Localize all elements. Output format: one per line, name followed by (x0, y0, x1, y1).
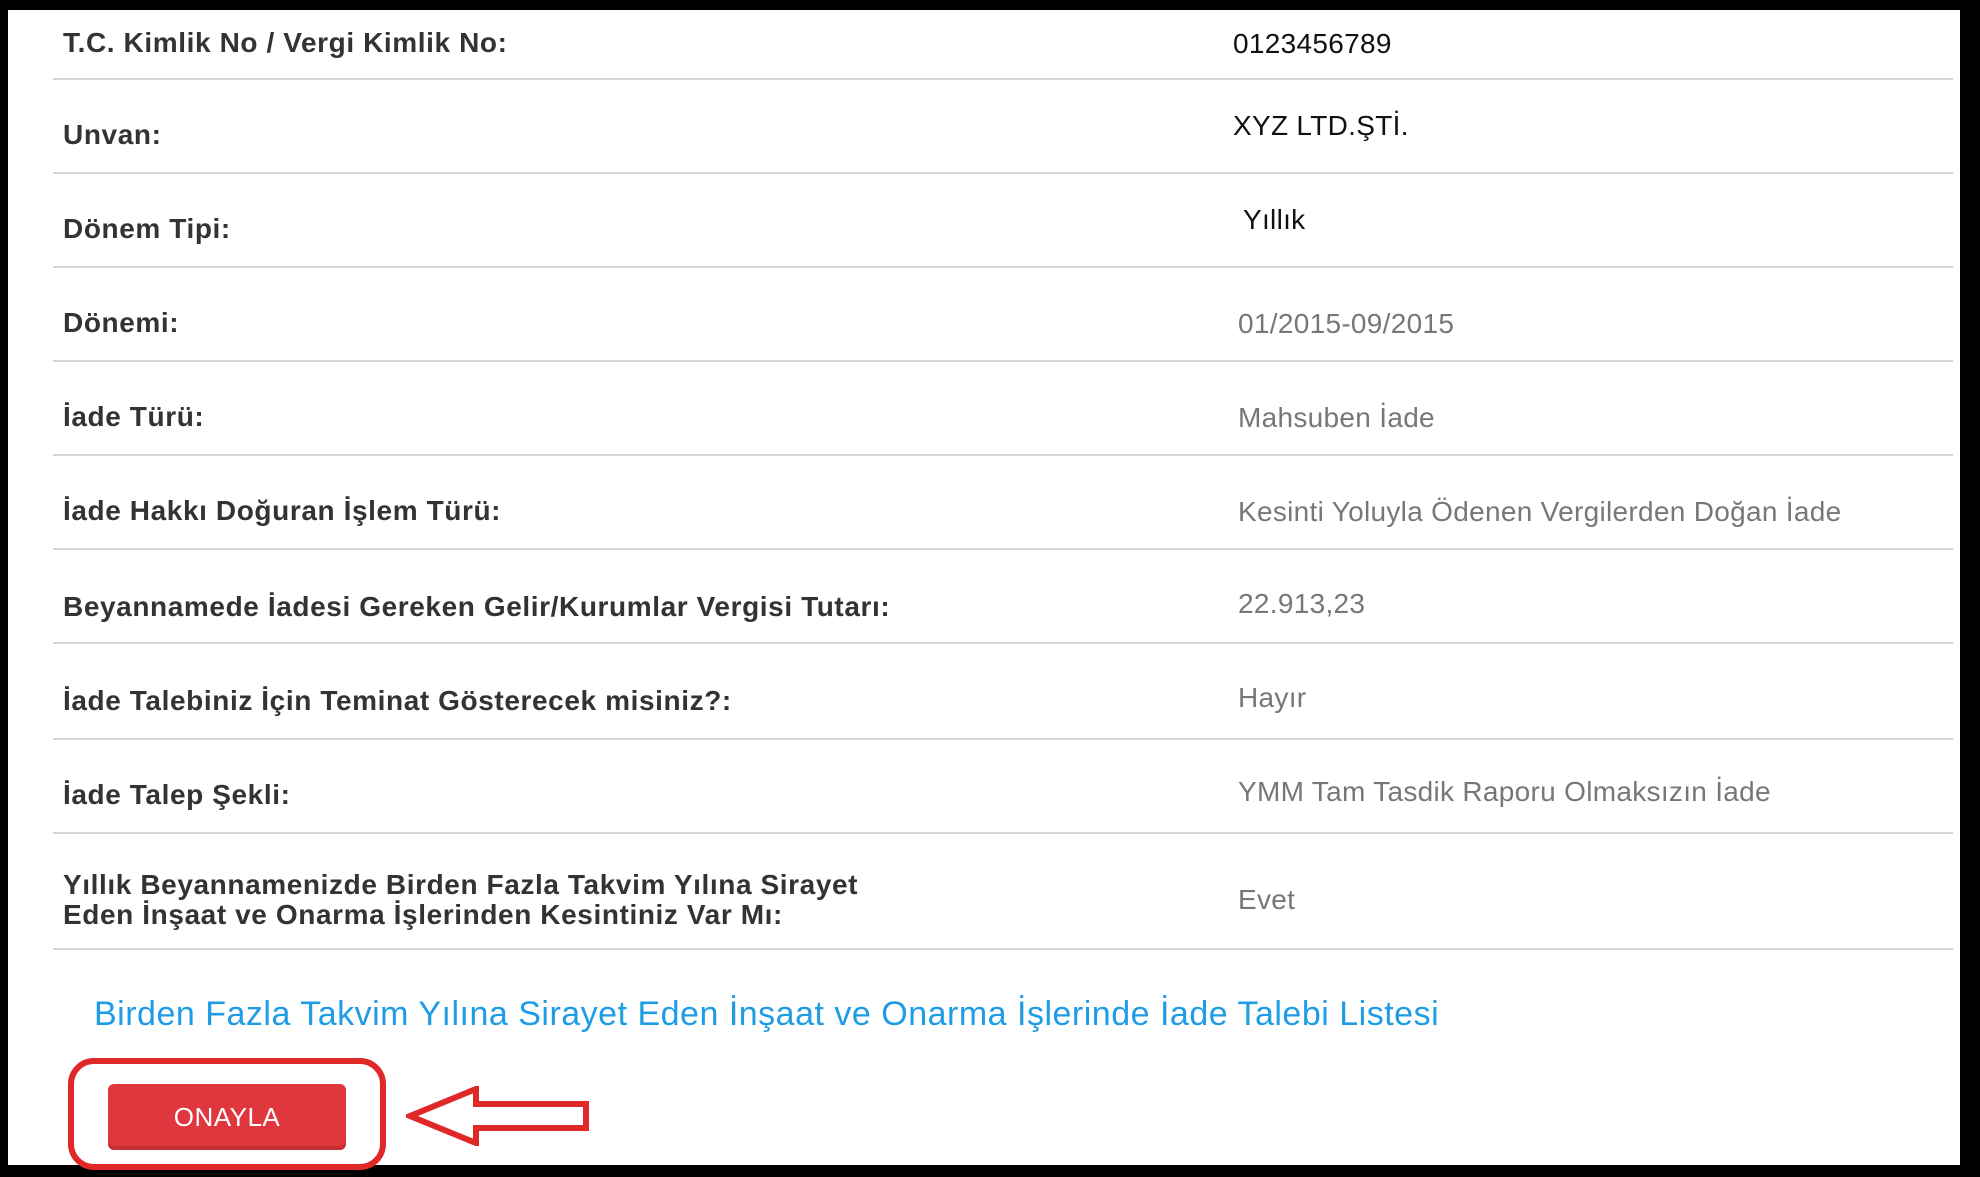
label-refund-type: İade Türü: (63, 401, 205, 432)
label-construction-withholding-line1: Yıllık Beyannamenizde Birden Fazla Takvi… (63, 869, 859, 900)
value-construction-withholding: Evet (1238, 884, 1296, 915)
label-transaction-type: İade Hakkı Doğuran İşlem Türü: (63, 495, 502, 526)
label-request-method: İade Talep Şekli: (63, 779, 291, 810)
value-collateral: Hayır (1238, 682, 1307, 713)
row-collateral: İade Talebiniz İçin Teminat Gösterecek m… (53, 644, 1953, 740)
label-tax-amount: Beyannamede İadesi Gereken Gelir/Kurumla… (63, 591, 891, 622)
label-construction-withholding: Yıllık Beyannamenizde Birden Fazla Takvi… (63, 870, 858, 930)
label-construction-withholding-line2: Eden İnşaat ve Onarma İşlerinden Kesinti… (63, 899, 783, 930)
arrow-left-icon (406, 1086, 589, 1146)
value-tax-amount: 22.913,23 (1238, 588, 1366, 619)
row-tax-id: T.C. Kimlik No / Vergi Kimlik No: 012345… (53, 20, 1953, 80)
row-title: Unvan: XYZ LTD.ŞTİ. (53, 80, 1953, 174)
value-period: 01/2015-09/2015 (1238, 308, 1455, 339)
label-period-type: Dönem Tipi: (63, 213, 231, 244)
screenshot-frame: T.C. Kimlik No / Vergi Kimlik No: 012345… (0, 0, 1980, 1177)
label-tax-id: T.C. Kimlik No / Vergi Kimlik No: (63, 27, 508, 58)
value-transaction-type: Kesinti Yoluyla Ödenen Vergilerden Doğan… (1238, 496, 1842, 527)
label-period: Dönemi: (63, 307, 180, 338)
value-period-type: Yıllık (1243, 204, 1306, 235)
row-request-method: İade Talep Şekli: YMM Tam Tasdik Raporu … (53, 740, 1953, 834)
row-period: Dönemi: 01/2015-09/2015 (53, 268, 1953, 362)
row-tax-amount: Beyannamede İadesi Gereken Gelir/Kurumla… (53, 550, 1953, 644)
row-transaction-type: İade Hakkı Doğuran İşlem Türü: Kesinti Y… (53, 456, 1953, 550)
value-tax-id: 0123456789 (1233, 28, 1392, 59)
label-collateral: İade Talebiniz İçin Teminat Gösterecek m… (63, 685, 732, 716)
value-refund-type: Mahsuben İade (1238, 402, 1435, 433)
row-construction-withholding: Yıllık Beyannamenizde Birden Fazla Takvi… (53, 834, 1953, 950)
confirm-button[interactable]: ONAYLA (108, 1084, 346, 1150)
row-period-type: Dönem Tipi: Yıllık (53, 174, 1953, 268)
label-title: Unvan: (63, 119, 162, 150)
value-request-method: YMM Tam Tasdik Raporu Olmaksızın İade (1238, 776, 1771, 807)
row-refund-type: İade Türü: Mahsuben İade (53, 362, 1953, 456)
refund-request-list-link[interactable]: Birden Fazla Takvim Yılına Sirayet Eden … (94, 995, 1439, 1034)
value-title: XYZ LTD.ŞTİ. (1233, 110, 1409, 141)
